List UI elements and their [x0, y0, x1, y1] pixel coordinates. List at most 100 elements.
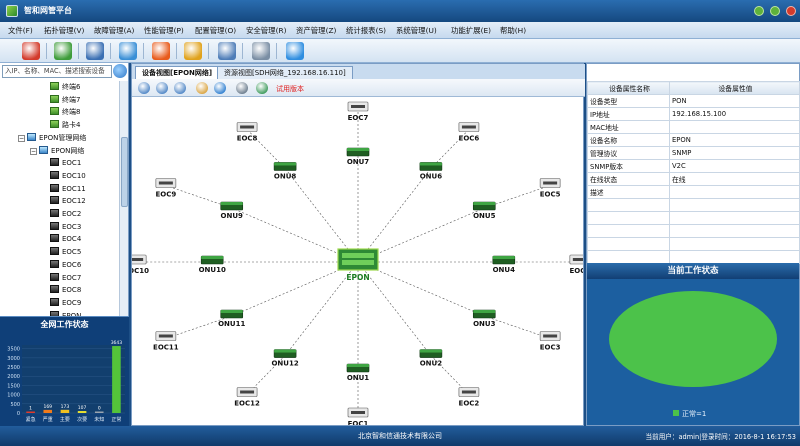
tree-item[interactable]: 终端7	[50, 94, 80, 106]
property-value	[669, 198, 800, 212]
menu-item[interactable]: 配置管理(O)	[195, 25, 236, 36]
maximize-button[interactable]	[770, 6, 780, 16]
tools-icon[interactable]	[218, 42, 236, 60]
epon-device-slot	[342, 260, 374, 265]
table-row[interactable]	[587, 198, 800, 212]
table-row[interactable]	[587, 250, 800, 264]
overall-status-panel: 全网工作状态 0 500 1000 1500 2000 2500 3000 3500 1 紧急 16…	[0, 316, 129, 426]
alarm-icon[interactable]	[152, 42, 170, 60]
home-icon[interactable]	[22, 42, 40, 60]
zoom-in-icon[interactable]	[138, 82, 150, 94]
table-row[interactable]: 管理协议 SNMP	[587, 146, 800, 160]
trial-version-label: 试用版本	[276, 85, 304, 93]
zoom-out-icon[interactable]	[156, 82, 168, 94]
menu-item[interactable]: 故障管理(A)	[94, 25, 134, 36]
tree-scrollbar[interactable]	[119, 81, 128, 319]
menu-item[interactable]: 文件(F)	[8, 25, 33, 36]
bar-0	[26, 411, 35, 413]
minimize-button[interactable]	[754, 6, 764, 16]
tree-item[interactable]: EOC1	[50, 157, 81, 169]
table-row[interactable]	[587, 224, 800, 238]
eoc-node[interactable]: EOC1	[348, 407, 369, 425]
tree-item[interactable]: EOC6	[50, 259, 81, 271]
settings-icon[interactable]	[286, 42, 304, 60]
menu-item[interactable]: 安全管理(R)	[246, 25, 286, 36]
property-name	[587, 211, 670, 225]
view-toolbar: 试用版本	[132, 79, 585, 97]
title-bar: 智和网管平台	[0, 0, 800, 22]
table-row[interactable]	[587, 211, 800, 225]
menu-item[interactable]: 资产管理(Z)	[296, 25, 336, 36]
tree-item-label: EOC12	[62, 197, 86, 206]
refresh-icon[interactable]	[54, 42, 72, 60]
export-icon[interactable]	[256, 82, 268, 94]
tree-item[interactable]: 终端6	[50, 81, 80, 93]
eoc-device-ports	[132, 258, 144, 261]
table-row[interactable]: 设备类型 PON	[587, 94, 800, 108]
eoc-icon	[50, 196, 59, 205]
bar-chart-icon[interactable]	[184, 42, 202, 60]
menu-item[interactable]: 系统管理(U)	[396, 25, 437, 36]
tree-item[interactable]: EOC3	[50, 221, 81, 233]
tree-item[interactable]: EOC5	[50, 246, 81, 258]
tree-toggle-icon[interactable]: −	[18, 134, 25, 142]
view-tab[interactable]: 资源视图[SDH网络_192.168.16.110]	[217, 66, 353, 79]
tree-item[interactable]: EOC12	[50, 195, 86, 207]
table-row[interactable]: MAC地址	[587, 120, 800, 134]
menu-item[interactable]: 功能扩展(E)	[451, 25, 491, 36]
tree-item[interactable]: EOC10	[50, 170, 86, 182]
status-bar: 北京智和信通技术有限公司 当前用户：admin|登录时间：2016-8-1 16…	[0, 426, 800, 446]
table-row[interactable]	[587, 237, 800, 251]
tree-item[interactable]: 终端8	[50, 106, 80, 118]
save-icon[interactable]	[86, 42, 104, 60]
device-properties-table: 设备属性名称 设备属性值 设备类型 PON IP地址 192.168.15.100 MAC地…	[587, 81, 800, 264]
eoc-device-ports	[543, 334, 558, 338]
tree-item[interactable]: EOC8	[50, 284, 81, 296]
pie-slice	[609, 291, 777, 387]
property-value	[669, 185, 800, 199]
menu-item[interactable]: 拓扑管理(V)	[44, 25, 84, 36]
tree-item[interactable]: 路卡4	[50, 119, 80, 131]
swap-icon[interactable]	[119, 42, 137, 60]
tree-toggle-icon[interactable]: −	[30, 147, 37, 155]
app-logo-icon	[6, 5, 18, 17]
table-row[interactable]: 描述	[587, 185, 800, 199]
tree-item[interactable]: − EPON网络	[30, 145, 84, 157]
table-row[interactable]: SNMP版本 V2C	[587, 159, 800, 173]
menu-item[interactable]: 统计报表(S)	[346, 25, 386, 36]
close-button[interactable]	[786, 6, 796, 16]
table-row[interactable]: 在线状态 在线	[587, 172, 800, 186]
tree-item[interactable]: EOC4	[50, 233, 81, 245]
menu-item[interactable]: 帮助(H)	[500, 25, 526, 36]
eoc-icon	[50, 259, 59, 268]
search-icon[interactable]	[113, 64, 127, 78]
tree-item[interactable]: EOC11	[50, 183, 86, 195]
search-input[interactable]: 入IP、名称、MAC、描述搜索设备	[2, 65, 112, 78]
select-icon[interactable]	[196, 82, 208, 94]
tree-item[interactable]: − EPON管理网络	[18, 132, 86, 144]
zoom-fit-icon[interactable]	[174, 82, 186, 94]
property-name: MAC地址	[587, 120, 670, 134]
eoc-device-ports	[351, 105, 365, 108]
database-icon[interactable]	[252, 42, 270, 60]
print-icon[interactable]	[236, 82, 248, 94]
tree-item-label: EPON管理网络	[39, 133, 87, 142]
tree-item[interactable]: EOC2	[50, 208, 81, 220]
scrollbar-thumb[interactable]	[121, 137, 128, 207]
menu-item[interactable]: 性能管理(P)	[144, 25, 184, 36]
table-row[interactable]: 设备名称 EPON	[587, 133, 800, 147]
table-row[interactable]: IP地址 192.168.15.100	[587, 107, 800, 121]
topology-canvas[interactable]: ONU1 ONU2 ONU3 ONU4 ONU5 ONU6 ONU7 ONU8 ONU9 ONU1…	[132, 97, 583, 425]
tree-item[interactable]: EOC7	[50, 272, 81, 284]
overall-status-chart: 0 500 1000 1500 2000 2500 3000 3500 1 紧急 169 严重 173 主…	[7, 340, 125, 423]
tree-item[interactable]: EOC9	[50, 297, 81, 309]
property-name	[587, 250, 670, 264]
view-tab[interactable]: 设备视图[EPON网络]	[135, 66, 220, 79]
onu-device-top	[201, 256, 224, 259]
network-icon	[27, 132, 36, 141]
property-value	[669, 237, 800, 251]
property-value: SNMP	[669, 146, 800, 160]
globe-icon[interactable]	[214, 82, 226, 94]
property-name: 管理协议	[587, 146, 670, 160]
tree-item-label: EOC9	[62, 298, 82, 307]
